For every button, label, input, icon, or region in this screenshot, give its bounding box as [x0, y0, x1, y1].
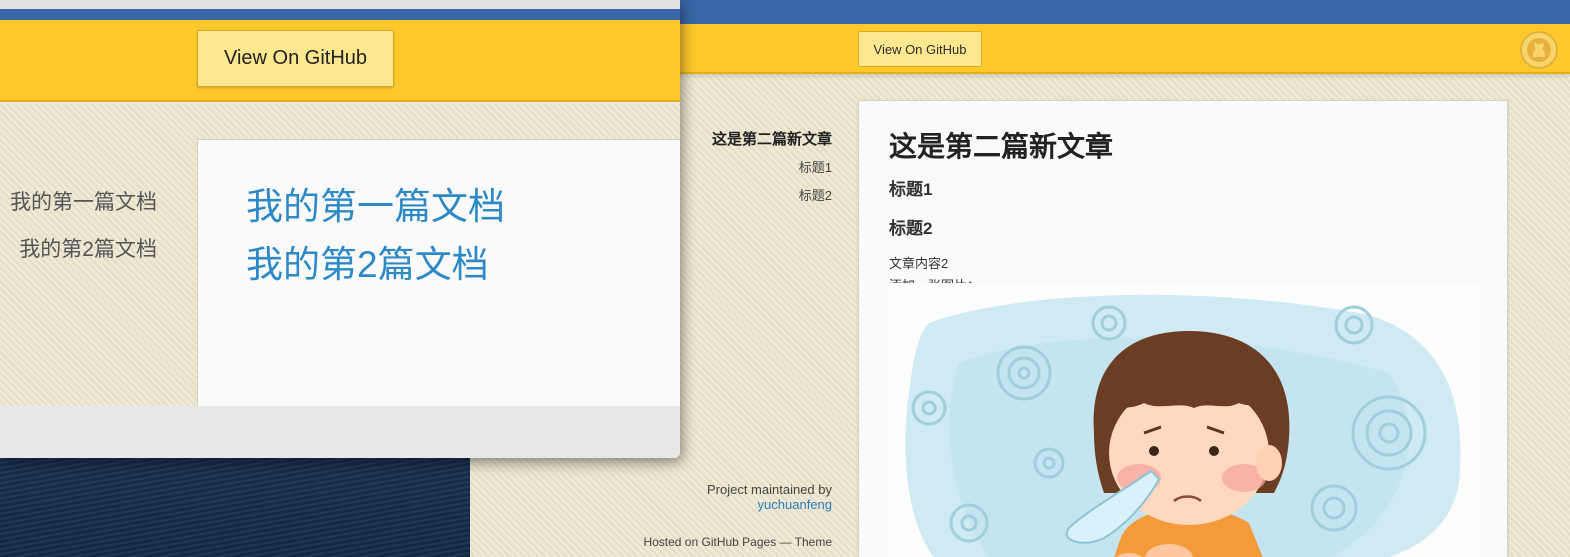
article-paragraph: 文章内容2 [889, 256, 949, 271]
sidebar-nav: 我的第一篇文档 我的第2篇文档 [0, 186, 157, 280]
window-bottom-bar [0, 406, 680, 458]
maintained-by-label: Project maintained by [706, 482, 832, 497]
document-list-card: 我的第一篇文档 我的第2篇文档 [197, 139, 680, 409]
view-on-github-button[interactable]: View On GitHub [858, 31, 982, 67]
window-chrome [0, 0, 680, 10]
document-link[interactable]: 我的第2篇文档 [246, 236, 638, 294]
github-octocat-icon[interactable] [1520, 31, 1558, 69]
article-heading: 标题2 [889, 219, 933, 238]
site-header: View On GitHub [0, 20, 680, 102]
maintainer-info: Project maintained by yuchuanfeng [470, 482, 832, 512]
sidebar-link[interactable]: 我的第一篇文档 [0, 186, 157, 216]
view-on-github-button[interactable]: View On GitHub [197, 30, 394, 87]
document-link[interactable]: 我的第一篇文档 [246, 178, 638, 236]
github-pages-window-front: View On GitHub 我的第一篇文档 我的第2篇文档 我的第一篇文档 我… [0, 0, 680, 458]
page-body: 我的第一篇文档 我的第2篇文档 我的第一篇文档 我的第2篇文档 [0, 104, 680, 409]
window-top-bar [0, 10, 680, 20]
maintainer-link[interactable]: yuchuanfeng [758, 497, 832, 512]
article-title: 这是第二篇新文章 [889, 131, 1114, 162]
article-illustration [889, 283, 1479, 557]
article-heading: 标题1 [889, 180, 933, 199]
sidebar-link[interactable]: 我的第2篇文档 [0, 233, 157, 263]
hosted-on-text: Hosted on GitHub Pages — Theme [643, 535, 832, 549]
article-card: 这是第二篇新文章 标题1 标题2 文章内容2 添加一张图片： [858, 100, 1508, 557]
